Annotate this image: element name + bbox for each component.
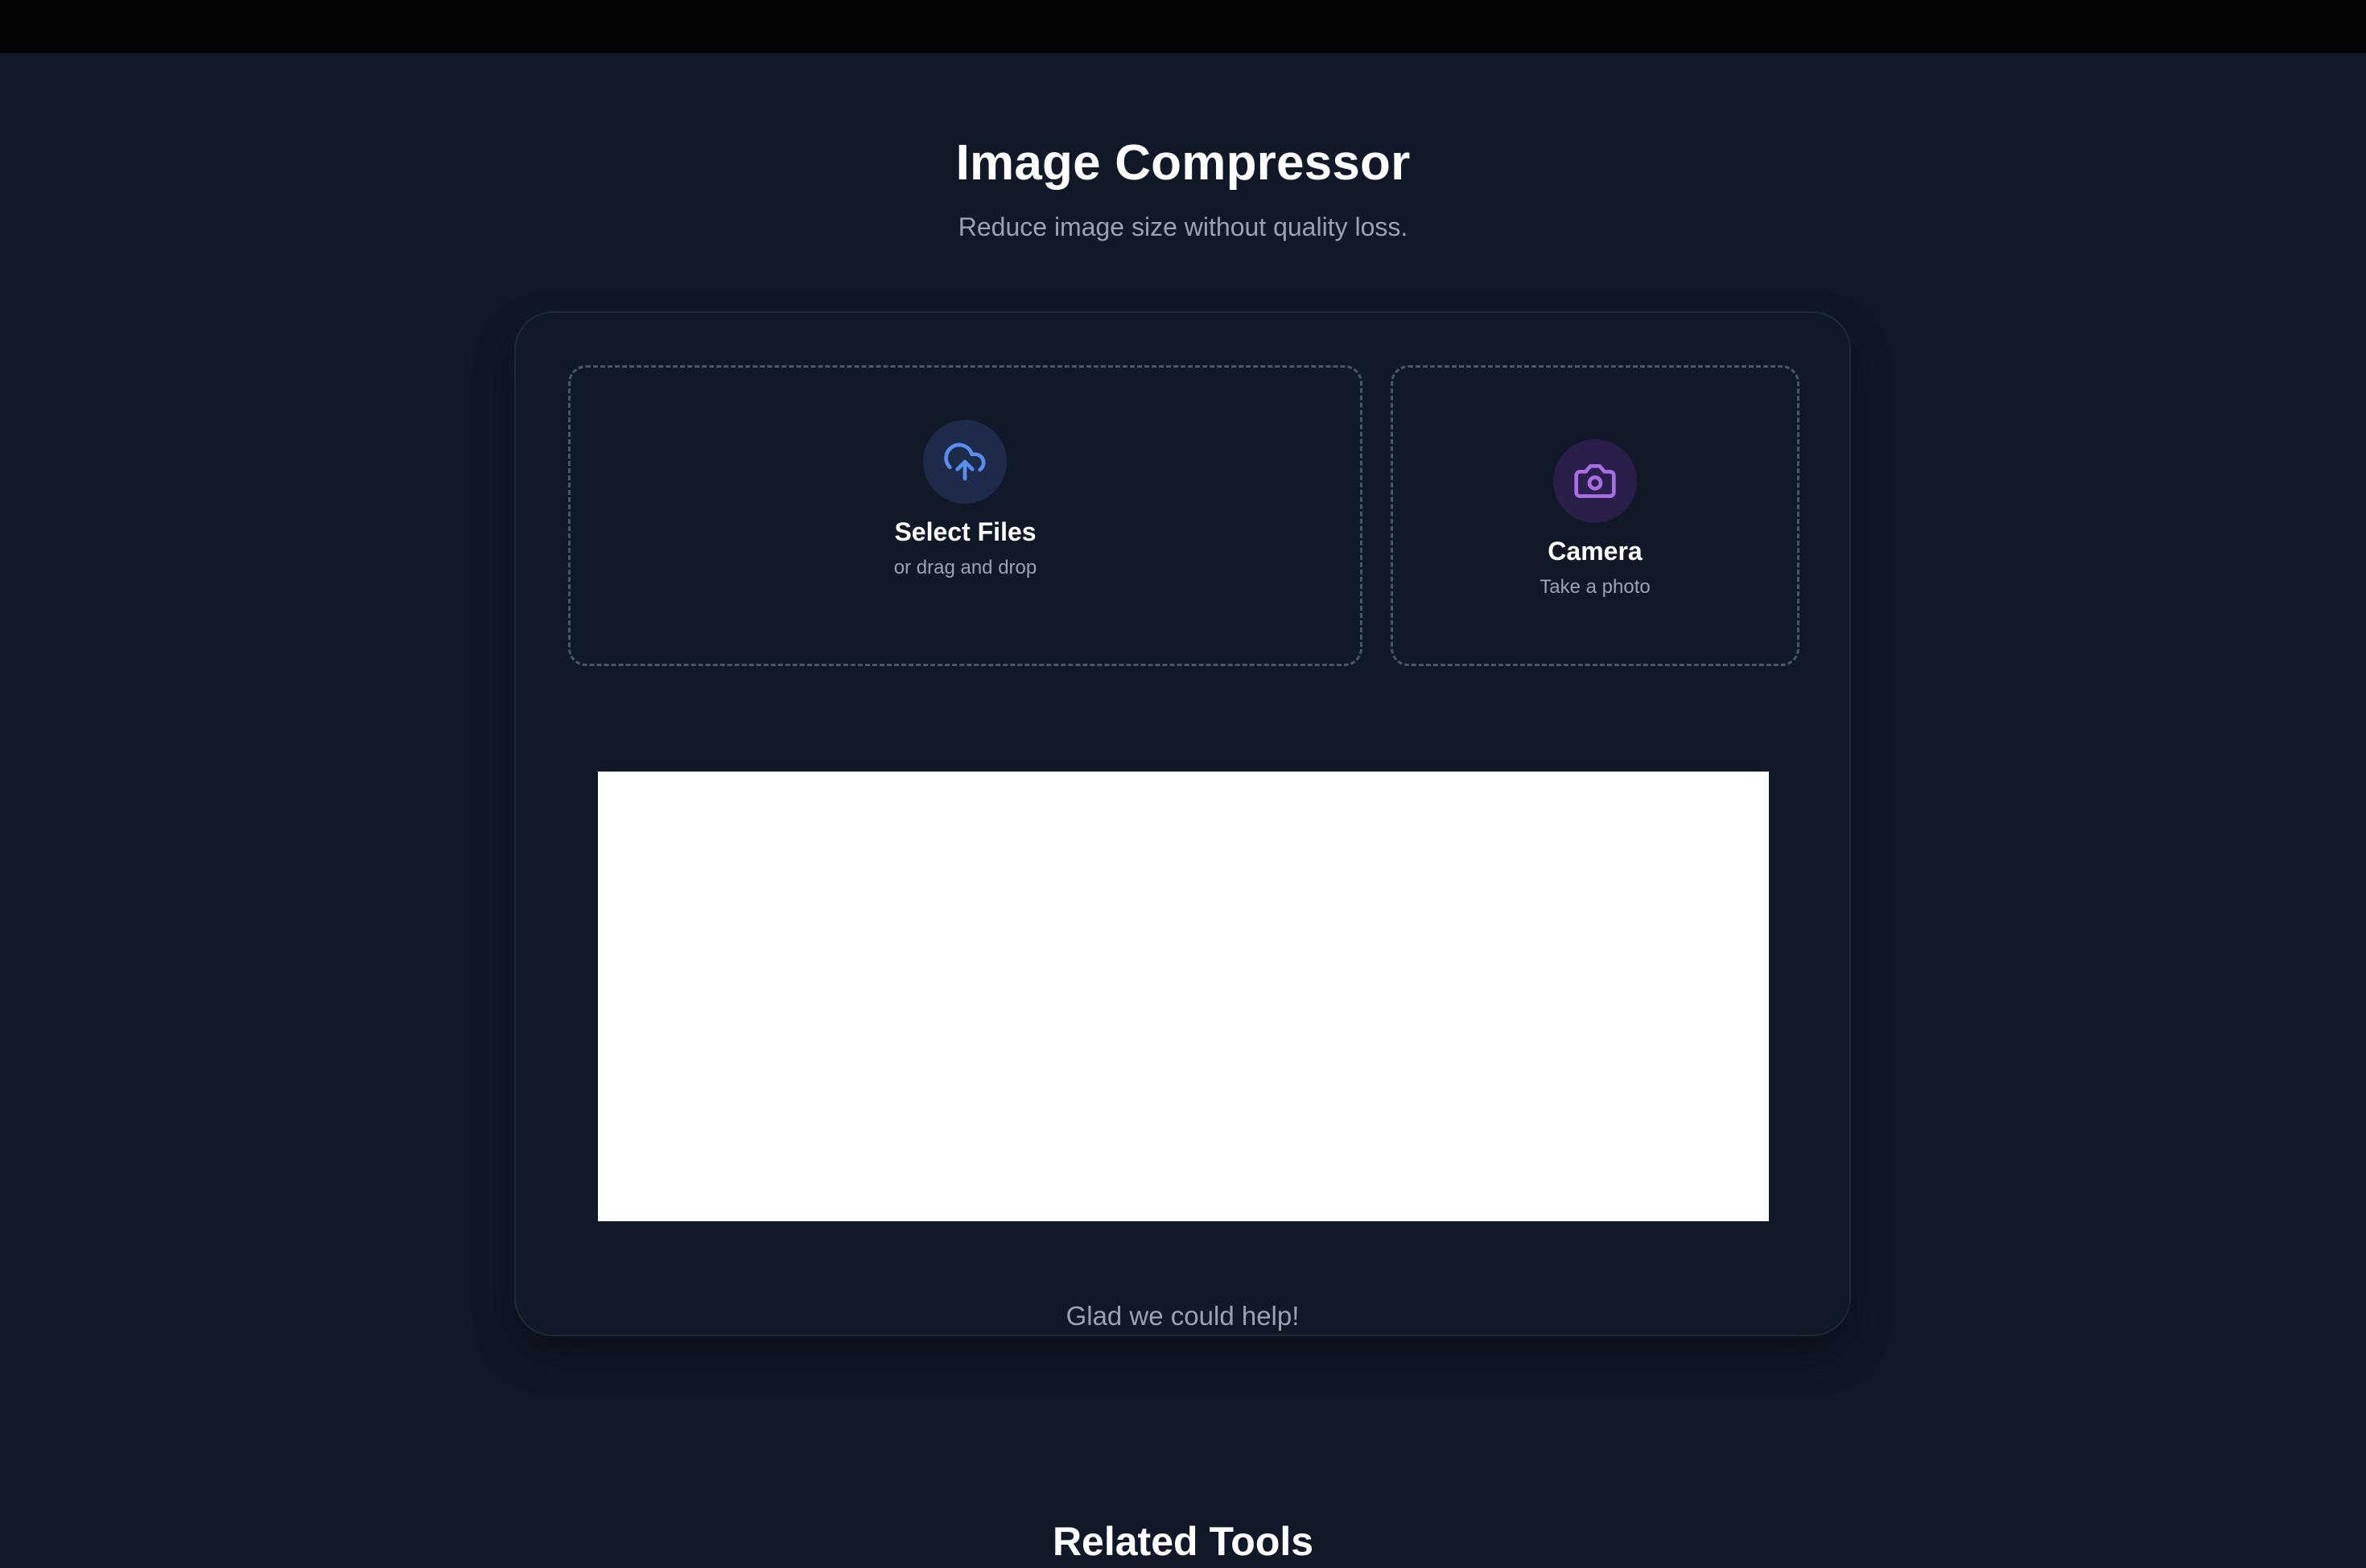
camera-dropzone[interactable]: Camera Take a photo [1391,365,1799,666]
image-preview-area [598,772,1769,1221]
select-files-dropzone[interactable]: Select Files or drag and drop [568,365,1362,666]
cloud-upload-icon [923,420,1007,504]
page-subtitle: Reduce image size without quality loss. [958,212,1408,241]
page: Image Compressor Reduce image size witho… [0,53,2366,1564]
camera-icon [1553,439,1637,523]
top-bar [0,0,2366,53]
related-tools-heading: Related Tools [1052,1519,1314,1564]
select-files-label: Select Files [894,517,1037,546]
compressor-card: Select Files or drag and drop Camera Tak… [514,311,1851,1336]
camera-hint: Take a photo [1540,576,1651,598]
thanks-message: Glad we could help! [1066,1301,1300,1331]
camera-label: Camera [1548,537,1643,566]
select-files-hint: or drag and drop [893,557,1037,578]
page-title: Image Compressor [955,135,1411,191]
